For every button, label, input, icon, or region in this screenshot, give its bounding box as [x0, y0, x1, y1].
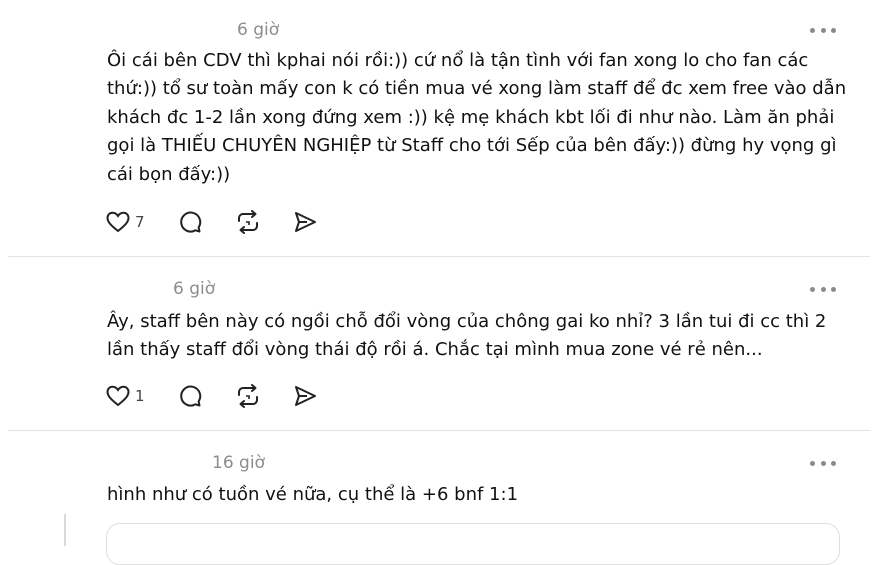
comment-button[interactable] [178, 210, 235, 234]
post-text: hình như có tuồn vé nữa, cụ thể là +6 bn… [107, 484, 519, 505]
heart-icon [106, 385, 130, 407]
more-icon[interactable] [810, 459, 836, 467]
like-button[interactable]: 1 [106, 385, 178, 407]
like-count: 1 [135, 387, 145, 405]
comment-icon [180, 211, 202, 233]
thread-line [64, 514, 66, 546]
post-text: Ôi cái bên CDV thì kphai nói rồi:)) cứ n… [107, 50, 847, 185]
divider [8, 430, 870, 431]
post-time: 6 giờ [173, 279, 216, 299]
share-icon [295, 212, 316, 232]
share-button[interactable] [293, 384, 317, 408]
repost-button[interactable] [235, 384, 293, 408]
repost-icon [238, 384, 258, 408]
comment-icon [180, 385, 202, 407]
post-time: 6 giờ [237, 20, 280, 40]
share-icon [295, 386, 316, 406]
post-actions: 7 [106, 208, 317, 236]
repost-icon [238, 210, 258, 234]
repost-button[interactable] [235, 210, 293, 234]
more-icon[interactable] [810, 285, 836, 293]
comment-button[interactable] [178, 384, 235, 408]
quoted-post-card[interactable] [106, 523, 840, 565]
divider [8, 256, 870, 257]
post-actions: 1 [106, 382, 317, 410]
post-text: Ây, staff bên này có ngồi chỗ đổi vòng c… [107, 311, 827, 361]
like-count: 7 [135, 213, 145, 231]
like-button[interactable]: 7 [106, 211, 178, 233]
post-time: 16 giờ [212, 453, 265, 473]
share-button[interactable] [293, 210, 317, 234]
more-icon[interactable] [810, 26, 836, 34]
heart-icon [106, 211, 130, 233]
